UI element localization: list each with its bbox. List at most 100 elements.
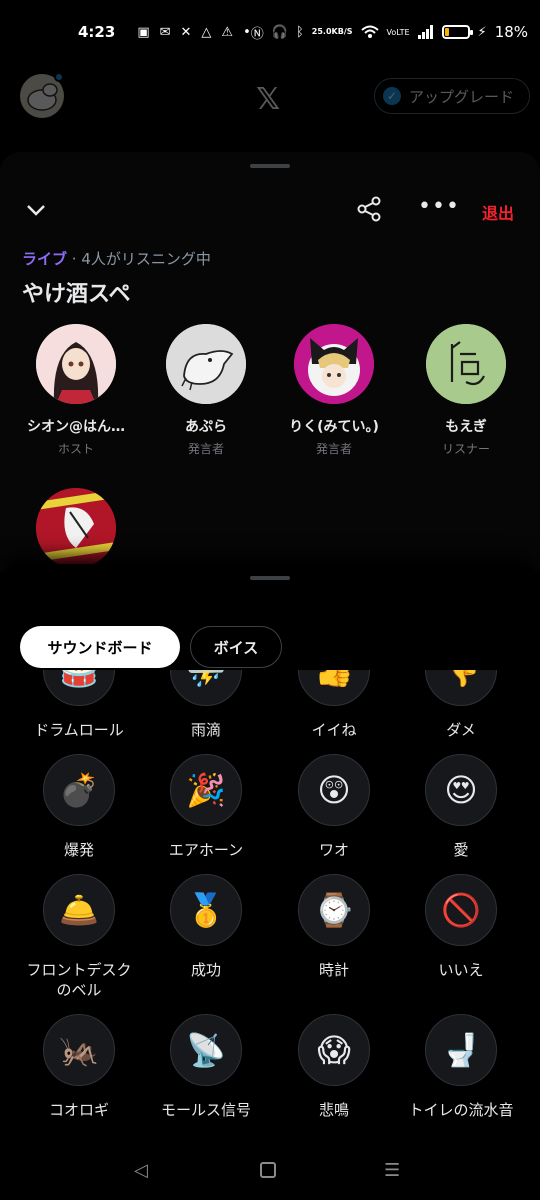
sound-emoji-icon: 👍	[298, 670, 370, 706]
participant-role: ホスト	[57, 442, 94, 456]
sound-emoji-icon: 🥁	[43, 670, 115, 706]
message-icon: ✉	[159, 24, 171, 40]
status-bar: 4:23 ▣ ✉ ✕ △ ⚠ • Ⓝ 🎧 ᛒ 25.0 KB/S VoLTE ⚡…	[0, 0, 540, 64]
sound-button[interactable]: 🥁 ドラムロール	[15, 670, 143, 740]
charging-icon: ⚡	[477, 24, 487, 40]
sound-label: フロントデスクのベル	[26, 961, 132, 999]
sound-emoji-icon: 👎	[425, 670, 497, 706]
sound-grid: 🥁 ドラムロール ⛈️ 雨滴 👍 イイね 👎 ダメ 💣 爆発 🎉 エアホーン 😲 ワオ 😍 愛 🛎️ フロントデス…	[0, 670, 540, 1190]
sound-button[interactable]: 🥇 成功	[142, 874, 270, 980]
panel-grabber[interactable]	[250, 576, 290, 580]
sound-label: ドラムロール	[34, 721, 124, 739]
live-tag: ライブ	[22, 250, 68, 268]
avatar	[166, 324, 246, 404]
dot-icon: •	[243, 24, 251, 40]
sound-button[interactable]: 👎 ダメ	[397, 670, 525, 740]
status-time: 4:23	[78, 23, 116, 41]
speed-value: 25.0	[311, 27, 332, 36]
participant-name: りく(みてい。)	[289, 419, 379, 435]
sound-label: 雨滴	[190, 721, 221, 739]
bluetooth-icon: ᛒ	[295, 24, 304, 40]
participant-listener[interactable]: もえぎ リスナー	[406, 324, 526, 457]
signal-icon	[417, 25, 434, 39]
nfc-icon: Ⓝ	[250, 26, 264, 42]
sound-button[interactable]: ⛈️ 雨滴	[142, 670, 270, 740]
sound-button[interactable]: 🎉 エアホーン	[142, 754, 270, 860]
wifi-icon	[360, 25, 379, 39]
sound-label: 爆発	[63, 841, 94, 859]
sound-button[interactable]: 🚽 トイレの流水音	[397, 1014, 525, 1120]
soundboard-panel: サウンドボード ボイス 🥁 ドラムロール ⛈️ 雨滴 👍 イイね 👎 ダメ 💣 爆発 🎉 エアホーン 😲…	[0, 564, 540, 1200]
sound-emoji-icon: 💣	[43, 754, 115, 826]
battery-fill	[444, 28, 449, 36]
sound-emoji-icon: 🎉	[170, 754, 242, 826]
sound-button[interactable]: 💣 爆発	[15, 754, 143, 860]
live-status: ライブ · 4人がリスニング中	[22, 248, 211, 269]
avatar	[294, 324, 374, 404]
sound-label: モールス信号	[160, 1101, 251, 1119]
participant-speaker[interactable]: あぷら 発言者	[146, 324, 266, 457]
sound-label: 愛	[453, 841, 469, 859]
sound-button[interactable]: 😱 悲鳴	[270, 1014, 398, 1120]
participant-host[interactable]: シオン@はん… ホスト	[16, 324, 136, 457]
participant-name: シオン@はん…	[27, 419, 125, 435]
share-icon[interactable]	[356, 196, 382, 222]
upgrade-button[interactable]: ✓ アップグレード	[374, 78, 530, 114]
avatar	[36, 324, 116, 404]
sound-emoji-icon: 📡	[170, 1014, 242, 1086]
participant-speaker[interactable]: りく(みてい。) 発言者	[274, 324, 394, 457]
verified-badge-icon: ✓	[383, 87, 401, 105]
home-icon[interactable]	[260, 1162, 276, 1178]
sound-emoji-icon: 🚫	[425, 874, 497, 946]
sound-button[interactable]: 😲 ワオ	[270, 754, 398, 860]
participant-role: 発言者	[315, 442, 352, 456]
sound-button[interactable]: 🦗 コオロギ	[15, 1014, 143, 1120]
avatar	[426, 324, 506, 404]
tab-soundboard[interactable]: サウンドボード	[20, 626, 180, 668]
sound-emoji-icon: 😱	[298, 1014, 370, 1086]
participant-role: リスナー	[441, 442, 490, 456]
sound-emoji-icon: 🚽	[425, 1014, 497, 1086]
tab-voice[interactable]: ボイス	[190, 626, 282, 668]
sound-emoji-icon: 😲	[298, 754, 370, 826]
space-title: やけ酒スペ	[22, 282, 131, 307]
sound-label: トイレの流水音	[408, 1101, 514, 1119]
leave-button[interactable]: 退出	[482, 200, 514, 224]
sound-label: 悲鳴	[318, 1101, 349, 1119]
participant-name: あぷら	[185, 419, 227, 435]
notification-icons: ▣ ✉ ✕ △ ⚠ •	[137, 25, 250, 40]
sound-button[interactable]: 😍 愛	[397, 754, 525, 860]
line-app-icon: ▣	[137, 24, 150, 40]
headphones-icon: 🎧	[271, 24, 288, 40]
sound-emoji-icon: 🥇	[170, 874, 242, 946]
sound-label: 成功	[190, 961, 221, 979]
listener-count: · 4人がリスニング中	[67, 250, 211, 268]
system-nav-bar: ◁ ☰	[0, 1140, 540, 1200]
network-speed: 25.0 KB/S	[312, 28, 353, 36]
sound-button[interactable]: 📡 モールス信号	[142, 1014, 270, 1120]
recents-icon[interactable]: ☰	[384, 1160, 400, 1181]
chevron-down-icon[interactable]	[24, 198, 48, 222]
sound-button[interactable]: ⌚ 時計	[270, 874, 398, 980]
battery-icon	[441, 25, 473, 39]
sound-label: コオロギ	[48, 1101, 109, 1119]
notification-dot	[54, 72, 64, 82]
sound-button[interactable]: 🚫 いいえ	[397, 874, 525, 980]
sound-emoji-icon: ⌚	[298, 874, 370, 946]
sound-button[interactable]: 🛎️ フロントデスクのベル	[15, 874, 143, 1000]
sound-emoji-icon: ⛈️	[170, 670, 242, 706]
more-options-icon[interactable]: •••	[418, 196, 459, 222]
x-logo-icon: 𝕏	[256, 82, 281, 117]
sound-label: ダメ	[446, 721, 476, 739]
x-app-icon: ✕	[180, 24, 192, 40]
speed-unit: KB/S	[331, 27, 353, 36]
sound-label: 時計	[318, 961, 349, 979]
warning-icon: ⚠	[221, 24, 234, 40]
back-icon[interactable]: ◁	[134, 1160, 148, 1181]
volte-icon: VoLTE	[386, 27, 410, 37]
sound-emoji-icon: 😍	[425, 754, 497, 826]
sound-button[interactable]: 👍 イイね	[270, 670, 398, 740]
battery-percent: 18%	[494, 23, 529, 41]
sheet-grabber[interactable]	[250, 164, 290, 168]
participant-listener[interactable]	[16, 488, 136, 568]
